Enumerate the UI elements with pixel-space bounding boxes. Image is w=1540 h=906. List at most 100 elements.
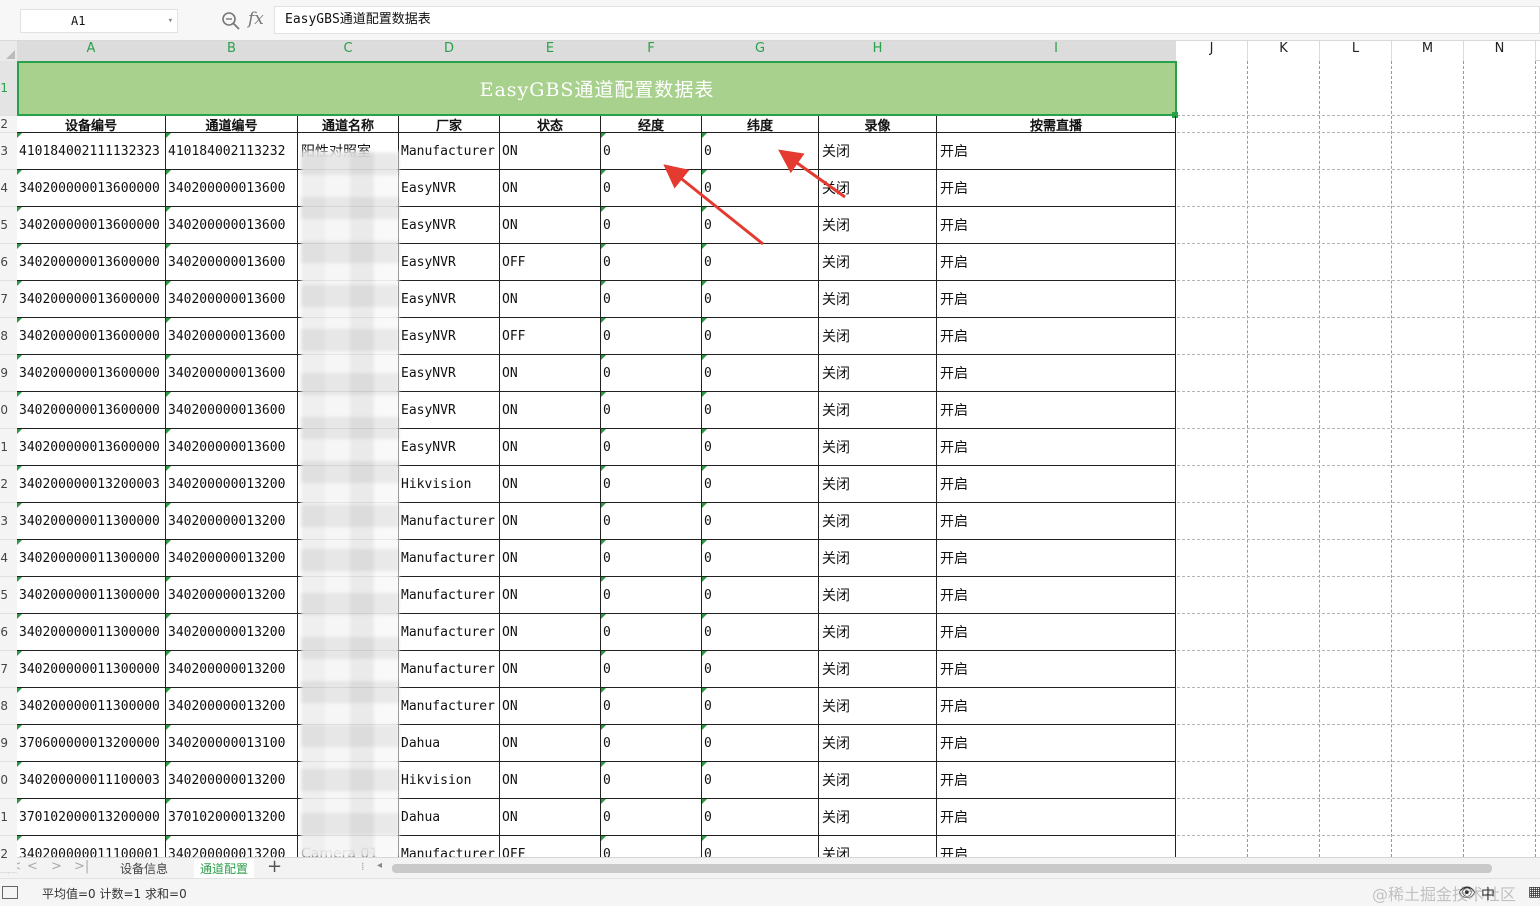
table-cell[interactable]: 开启 (937, 466, 1176, 503)
table-cell[interactable]: 开启 (937, 429, 1176, 466)
table-cell[interactable]: 开启 (937, 614, 1176, 651)
table-cell[interactable]: 开启 (937, 392, 1176, 429)
column-header-k[interactable]: K (1248, 41, 1320, 61)
table-cell[interactable]: 340200000013600 (166, 170, 298, 207)
table-cell[interactable]: Manufacturer (399, 614, 500, 651)
table-cell[interactable]: ON (500, 688, 601, 725)
table-cell[interactable]: ON (500, 725, 601, 762)
table-cell[interactable]: 0 (702, 614, 819, 651)
row-header[interactable]: 4 (0, 170, 17, 207)
table-cell[interactable]: 340200000013600000 (17, 281, 166, 318)
column-header-n[interactable]: N (1464, 41, 1536, 61)
table-cell[interactable]: 0 (702, 318, 819, 355)
table-cell[interactable]: 开启 (937, 244, 1176, 281)
table-cell[interactable]: EasyNVR (399, 244, 500, 281)
table-cell[interactable]: 关闭 (819, 503, 937, 540)
table-cell[interactable]: 开启 (937, 577, 1176, 614)
table-cell[interactable]: 0 (601, 651, 702, 688)
table-cell[interactable]: Manufacturer (399, 540, 500, 577)
table-cell[interactable]: 0 (702, 725, 819, 762)
table-cell[interactable]: 410184002113232 (166, 133, 298, 170)
table-cell[interactable]: 关闭 (819, 762, 937, 799)
table-cell[interactable]: EasyNVR (399, 429, 500, 466)
table-cell[interactable]: 340200000013600 (166, 281, 298, 318)
table-cell[interactable]: 0 (702, 355, 819, 392)
table-cell[interactable]: 0 (702, 281, 819, 318)
table-cell[interactable]: ON (500, 762, 601, 799)
table-cell[interactable]: 0 (601, 207, 702, 244)
table-cell[interactable]: 0 (601, 762, 702, 799)
table-cell[interactable]: 370600000013200000 (17, 725, 166, 762)
row-header[interactable]: 9 (0, 725, 17, 762)
table-cell[interactable]: 0 (601, 281, 702, 318)
table-cell[interactable]: 340200000013600000 (17, 355, 166, 392)
column-header-m[interactable]: M (1392, 41, 1464, 61)
table-cell[interactable]: 关闭 (819, 281, 937, 318)
add-sheet-button[interactable]: + (267, 856, 282, 877)
table-cell[interactable]: 0 (601, 244, 702, 281)
column-title-cell[interactable]: 经度 (601, 116, 702, 133)
table-cell[interactable]: 340200000013200 (166, 651, 298, 688)
column-title-cell[interactable]: 设备编号 (17, 116, 166, 133)
table-cell[interactable]: 关闭 (819, 577, 937, 614)
column-header-d[interactable]: D (399, 41, 500, 61)
table-cell[interactable]: 0 (601, 725, 702, 762)
table-cell[interactable]: ON (500, 133, 601, 170)
table-cell[interactable]: 340200000013600 (166, 392, 298, 429)
table-cell[interactable]: Hikvision (399, 762, 500, 799)
table-cell[interactable]: 0 (601, 540, 702, 577)
row-header[interactable]: 0 (0, 762, 17, 799)
column-title-cell[interactable]: 纬度 (702, 116, 819, 133)
table-cell[interactable]: 开启 (937, 133, 1176, 170)
row-header[interactable]: 7 (0, 281, 17, 318)
table-cell[interactable]: 开启 (937, 207, 1176, 244)
eye-icon[interactable]: 👁 (1458, 885, 1476, 901)
table-cell[interactable]: 0 (601, 133, 702, 170)
prev-sheet-icon[interactable]: < (27, 859, 38, 874)
table-cell[interactable]: 关闭 (819, 244, 937, 281)
zoom-icon[interactable] (221, 11, 241, 31)
table-cell[interactable]: 340200000011300000 (17, 577, 166, 614)
table-cell[interactable]: 关闭 (819, 170, 937, 207)
table-cell[interactable]: 开启 (937, 762, 1176, 799)
table-cell[interactable]: 340200000013600000 (17, 318, 166, 355)
table-cell[interactable]: 关闭 (819, 725, 937, 762)
table-cell[interactable]: 关闭 (819, 614, 937, 651)
row-header[interactable]: 2 (0, 836, 17, 873)
row-header[interactable]: 8 (0, 318, 17, 355)
column-title-cell[interactable]: 录像 (819, 116, 937, 133)
table-cell[interactable]: 340200000011300000 (17, 688, 166, 725)
table-cell[interactable]: OFF (500, 244, 601, 281)
table-cell[interactable]: ON (500, 429, 601, 466)
table-cell[interactable]: Manufacturer (399, 133, 500, 170)
table-cell[interactable]: 关闭 (819, 392, 937, 429)
table-cell[interactable]: 关闭 (819, 540, 937, 577)
table-cell[interactable]: 0 (702, 170, 819, 207)
table-cell[interactable]: 340200000013600000 (17, 429, 166, 466)
table-cell[interactable]: 340200000013200 (166, 540, 298, 577)
select-all-corner[interactable] (0, 41, 17, 61)
table-cell[interactable]: 0 (601, 799, 702, 836)
input-language-indicator[interactable]: 中 (1481, 884, 1495, 904)
table-cell[interactable]: 340200000013600 (166, 244, 298, 281)
table-cell[interactable]: 0 (702, 651, 819, 688)
table-cell[interactable]: 关闭 (819, 207, 937, 244)
row-header[interactable]: 2 (0, 466, 17, 503)
column-title-cell[interactable]: 厂家 (399, 116, 500, 133)
table-cell[interactable]: Manufacturer (399, 503, 500, 540)
row-header[interactable]: 6 (0, 244, 17, 281)
table-cell[interactable]: 开启 (937, 355, 1176, 392)
table-cell[interactable]: 0 (702, 762, 819, 799)
table-cell[interactable]: 开启 (937, 318, 1176, 355)
table-cell[interactable]: 340200000013600 (166, 355, 298, 392)
table-cell[interactable]: 0 (702, 244, 819, 281)
sheet-title-cell[interactable]: EasyGBS通道配置数据表 (17, 61, 1177, 116)
table-cell[interactable]: 340200000013600 (166, 318, 298, 355)
table-cell[interactable]: 0 (601, 392, 702, 429)
table-cell[interactable]: 开启 (937, 799, 1176, 836)
column-header-c[interactable]: C (298, 41, 399, 61)
table-cell[interactable]: ON (500, 503, 601, 540)
tab-channel-config[interactable]: 通道配置 (194, 859, 255, 880)
table-cell[interactable]: 370102000013200 (166, 799, 298, 836)
scroll-left-icon[interactable]: ◂ (377, 860, 382, 871)
